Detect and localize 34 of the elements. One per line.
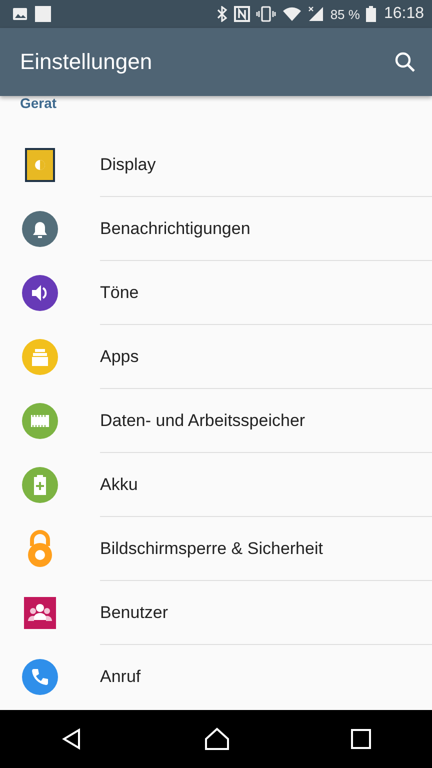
settings-item[interactable]: Apps bbox=[0, 325, 432, 389]
square-icon bbox=[351, 729, 372, 749]
settings-item[interactable]: Daten- und Arbeitsspeicher bbox=[0, 389, 432, 453]
settings-item-label: Benutzer bbox=[100, 602, 168, 622]
settings-item-label: Benachrichtigungen bbox=[100, 218, 250, 238]
wifi-icon bbox=[282, 6, 302, 22]
settings-item[interactable]: Anruf bbox=[0, 645, 432, 709]
settings-item-label: Akku bbox=[100, 474, 138, 494]
settings-item-label: Daten- und Arbeitsspeicher bbox=[100, 410, 306, 430]
settings-item[interactable]: Display bbox=[0, 133, 432, 197]
settings-item-label: Bildschirmsperre & Sicherheit bbox=[100, 538, 323, 558]
vibrate-icon bbox=[256, 6, 276, 22]
settings-item[interactable]: Töne bbox=[0, 261, 432, 325]
settings-item[interactable]: Benachrichtigungen bbox=[0, 197, 432, 261]
notification-icon bbox=[34, 5, 52, 23]
settings-item[interactable]: Bildschirmsperre & Sicherheit bbox=[0, 517, 432, 581]
bluetooth-icon bbox=[216, 6, 228, 22]
app-bar-title: Einstellungen bbox=[20, 49, 154, 75]
settings-item-label: Anruf bbox=[100, 667, 141, 687]
battery-percentage: 85 % bbox=[330, 6, 360, 22]
image-icon bbox=[12, 6, 28, 22]
settings-item[interactable]: Akku bbox=[0, 453, 432, 517]
nfc-icon bbox=[234, 6, 250, 22]
signal-icon bbox=[308, 6, 324, 22]
search-icon bbox=[394, 51, 416, 73]
back-icon bbox=[60, 728, 83, 750]
home-icon bbox=[204, 727, 230, 751]
settings-item-label: Apps bbox=[100, 346, 139, 366]
settings-item[interactable]: Benutzer bbox=[0, 581, 432, 645]
clock: 16:18 bbox=[384, 5, 424, 23]
battery-icon bbox=[366, 6, 376, 22]
section-header: Gerat bbox=[19, 96, 58, 113]
settings-item-label: Display bbox=[100, 154, 156, 174]
settings-item-label: Töne bbox=[100, 282, 139, 302]
